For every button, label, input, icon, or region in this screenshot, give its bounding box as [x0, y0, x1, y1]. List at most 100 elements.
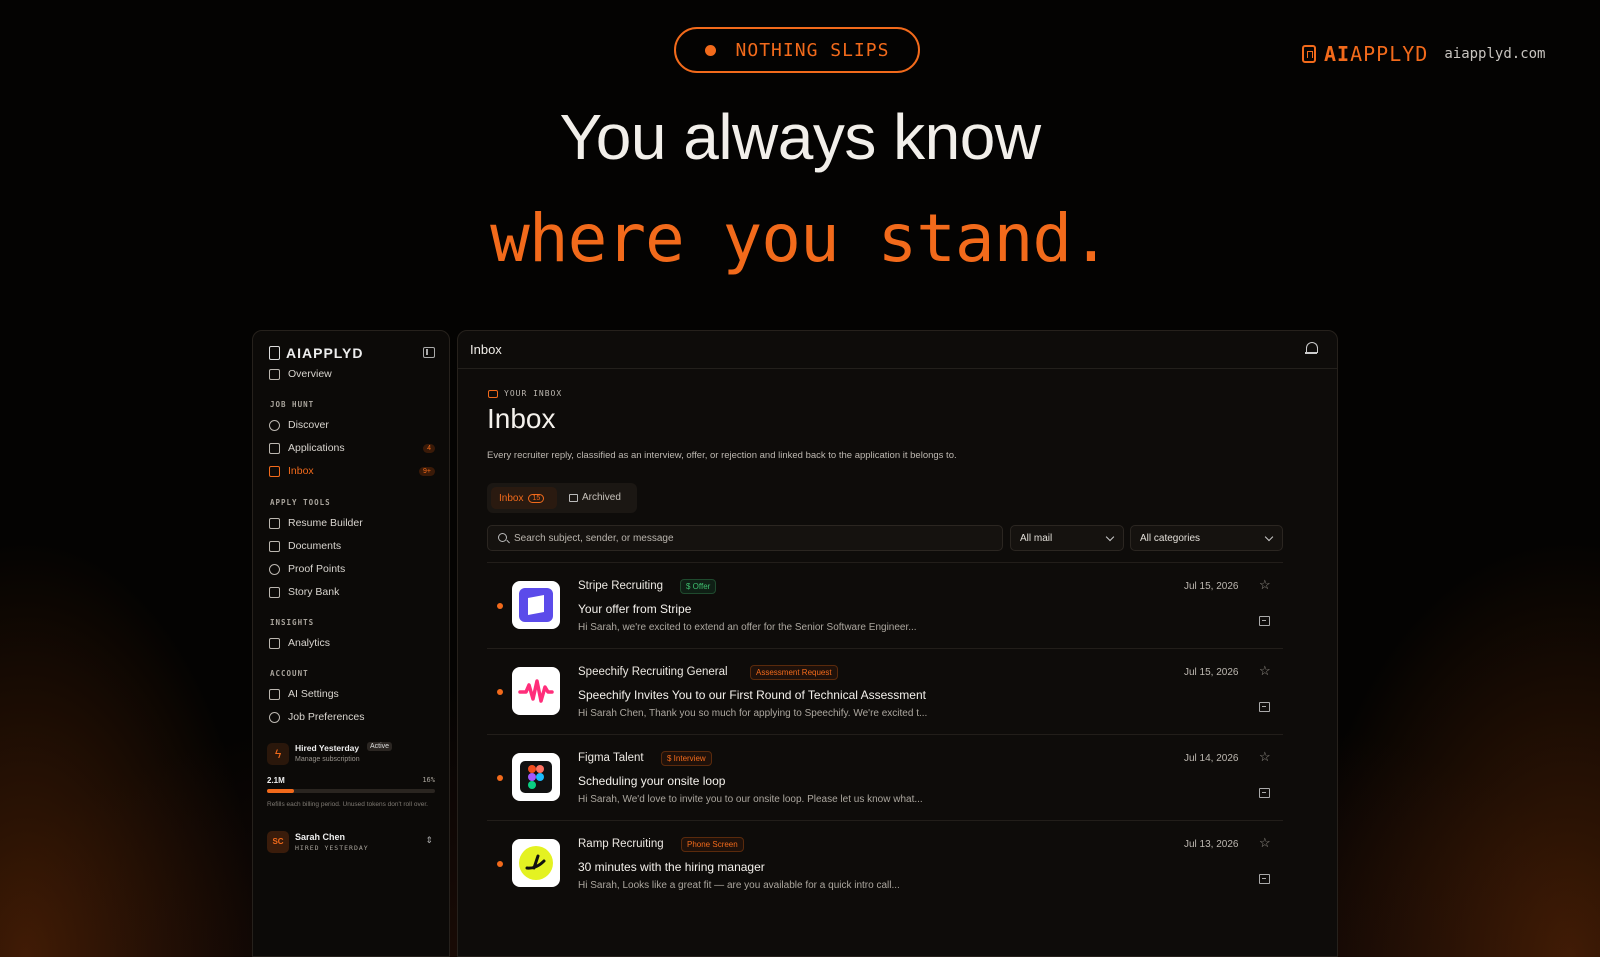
- archive-icon[interactable]: [1259, 702, 1270, 712]
- tab-inbox[interactable]: Inbox 15: [491, 487, 557, 509]
- status-badge: Phone Screen: [681, 837, 744, 852]
- brand-header[interactable]: AIAPPLYD aiapplyd.com: [1302, 42, 1546, 66]
- message-row[interactable]: Ramp Recruiting Phone Screen 30 minutes …: [487, 820, 1283, 906]
- message-subject: Scheduling your onsite loop: [578, 774, 726, 788]
- unread-dot-icon: [497, 775, 503, 781]
- applications-count-badge: 4: [423, 443, 435, 453]
- message-sender: Ramp Recruiting: [578, 838, 664, 850]
- speechify-logo: [512, 667, 560, 715]
- sidebar-item-ai-settings[interactable]: AI Settings: [269, 686, 435, 702]
- chevrons-up-down-icon[interactable]: ⇕: [425, 835, 433, 846]
- figma-logo: [512, 753, 560, 801]
- topbar-title: Inbox: [470, 342, 502, 357]
- message-sender: Speechify Recruiting General: [578, 666, 728, 678]
- ramp-logo: [512, 839, 560, 887]
- mail-filter-select[interactable]: All mail: [1010, 525, 1124, 551]
- document-icon: [269, 540, 280, 552]
- star-icon[interactable]: ☆: [1259, 749, 1271, 765]
- sidebar-item-label: Analytics: [288, 637, 331, 649]
- chevron-down-icon: [1105, 532, 1115, 542]
- status-badge: $ Interview: [661, 751, 712, 766]
- avatar: SC: [267, 831, 289, 853]
- message-preview: Hi Sarah, Looks like a great fit — are y…: [578, 880, 900, 891]
- archive-icon[interactable]: [1259, 874, 1270, 884]
- tab-label: Archived: [582, 492, 621, 503]
- message-row[interactable]: Figma Talent $ Interview Scheduling your…: [487, 734, 1283, 820]
- message-sender: Figma Talent: [578, 752, 644, 764]
- sidebar-item-overview[interactable]: Overview: [269, 366, 435, 382]
- sidebar-item-inbox[interactable]: Inbox 9+: [269, 463, 435, 479]
- sidebar-item-applications[interactable]: Applications 4: [269, 440, 435, 456]
- search-icon: [498, 533, 507, 542]
- sidebar-item-discover[interactable]: Discover: [269, 417, 435, 433]
- sparkle-icon: [269, 688, 280, 700]
- status-badge: $ Offer: [680, 579, 717, 594]
- background-glow-left: [0, 537, 260, 957]
- target-icon: [269, 711, 280, 723]
- home-icon: [269, 368, 280, 380]
- message-preview: Hi Sarah, we're excited to extend an off…: [578, 622, 917, 633]
- manage-subscription-link[interactable]: Manage subscription: [295, 756, 360, 763]
- lightning-icon: ϟ: [267, 743, 289, 765]
- message-row[interactable]: Speechify Recruiting General Assessment …: [487, 648, 1283, 734]
- refill-note: Refills each billing period. Unused toke…: [267, 801, 428, 808]
- message-date: Jul 15, 2026: [1184, 667, 1239, 678]
- sidebar-brand[interactable]: AIAPPLYD: [269, 345, 364, 361]
- sidebar-item-analytics[interactable]: Analytics: [269, 635, 435, 651]
- section-apply-tools: APPLY TOOLS: [270, 498, 331, 507]
- sidebar-item-resume-builder[interactable]: Resume Builder: [269, 515, 435, 531]
- mail-filter-value: All mail: [1020, 533, 1053, 544]
- sidebar-item-label: Applications: [288, 442, 345, 454]
- brand-logo-icon: [269, 346, 280, 360]
- search-input[interactable]: [514, 530, 994, 546]
- archive-icon: [569, 493, 578, 502]
- star-icon[interactable]: ☆: [1259, 663, 1271, 679]
- user-menu[interactable]: SC Sarah Chen HIRED YESTERDAY ⇕: [267, 831, 435, 857]
- brand-url[interactable]: aiapplyd.com: [1444, 46, 1545, 62]
- sidebar-item-documents[interactable]: Documents: [269, 538, 435, 554]
- message-preview: Hi Sarah Chen, Thank you so much for app…: [578, 708, 928, 719]
- search-box: [487, 525, 1003, 551]
- bell-icon[interactable]: [1305, 342, 1318, 355]
- star-icon[interactable]: ☆: [1259, 577, 1271, 593]
- message-subject: Speechify Invites You to our First Round…: [578, 688, 926, 702]
- message-row[interactable]: Stripe Recruiting $ Offer Your offer fro…: [487, 562, 1283, 648]
- message-subject: Your offer from Stripe: [578, 602, 692, 616]
- page-description: Every recruiter reply, classified as an …: [487, 450, 957, 461]
- archive-icon[interactable]: [1259, 616, 1270, 626]
- sidebar-item-proof-points[interactable]: Proof Points: [269, 561, 435, 577]
- plan-status-badge: Active: [367, 742, 393, 751]
- send-icon: [269, 442, 280, 454]
- stripe-logo-icon: [519, 588, 553, 622]
- user-name: Sarah Chen: [295, 832, 346, 842]
- message-date: Jul 15, 2026: [1184, 581, 1239, 592]
- category-filter-value: All categories: [1140, 533, 1201, 544]
- status-badge: Assessment Request: [750, 665, 838, 680]
- tab-count-badge: 15: [528, 493, 545, 503]
- page-title: Inbox: [487, 403, 556, 434]
- sidebar-item-label: Inbox: [288, 465, 314, 477]
- sidebar-item-job-preferences[interactable]: Job Preferences: [269, 709, 435, 725]
- main-panel: Inbox YOUR INBOX Inbox Every recruiter r…: [457, 330, 1338, 957]
- tab-archived[interactable]: Archived: [569, 492, 621, 503]
- sidebar-item-label: Documents: [288, 540, 342, 552]
- stripe-logo: [512, 581, 560, 629]
- compass-icon: [269, 419, 280, 431]
- inbox-icon: [269, 465, 280, 477]
- tab-label: Inbox: [499, 492, 524, 504]
- star-icon[interactable]: ☆: [1259, 835, 1271, 851]
- sidebar: AIAPPLYD Overview JOB HUNT Discover Appl…: [252, 330, 450, 957]
- archive-icon[interactable]: [1259, 788, 1270, 798]
- brand-name: AIAPPLYD: [1324, 42, 1429, 66]
- sidebar-toggle-icon[interactable]: [423, 347, 435, 358]
- category-filter-select[interactable]: All categories: [1130, 525, 1283, 551]
- sidebar-item-story-bank[interactable]: Story Bank: [269, 584, 435, 600]
- brand-logo-icon: [1302, 45, 1316, 63]
- inbox-tabs: Inbox 15 Archived: [487, 483, 637, 513]
- token-balance: 2.1M: [267, 776, 285, 785]
- unread-dot-icon: [497, 689, 503, 695]
- unread-dot-icon: [497, 861, 503, 867]
- figma-logo-icon: [520, 761, 552, 793]
- inbox-icon: [488, 389, 498, 398]
- sidebar-brand-name: AIAPPLYD: [286, 345, 364, 361]
